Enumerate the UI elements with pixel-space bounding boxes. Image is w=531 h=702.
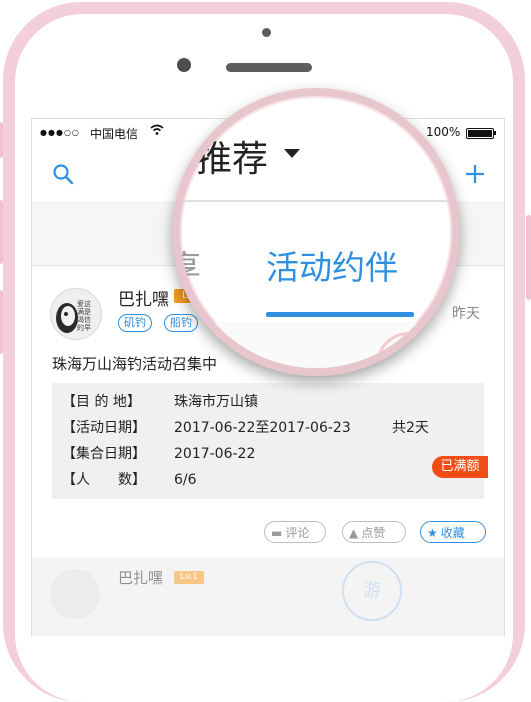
avatar-text-3: 渴信 (77, 315, 91, 324)
next-post-card-faded[interactable]: 巴扎嘿 Lv.1 游 (32, 557, 504, 636)
earpiece-speaker (226, 63, 312, 72)
nav-divider (180, 200, 452, 202)
mute-switch (0, 122, 3, 158)
power-button (526, 215, 531, 300)
comment-icon: ▬ (271, 526, 283, 540)
info-label: 【人 数】 (62, 472, 146, 488)
tag-rock-fishing[interactable]: 矶钓 (118, 314, 152, 332)
plus-icon[interactable] (464, 163, 486, 185)
favorite-label: 收藏 (440, 526, 465, 540)
info-value: 2017-06-22 (174, 446, 256, 462)
info-label: 【活动日期】 (62, 420, 146, 436)
tab-activity-companion[interactable]: 活动约伴 (266, 241, 398, 289)
proximity-sensor (262, 28, 271, 37)
avatar[interactable]: 爱这 满是 渴信 的早 (50, 288, 102, 340)
travel-seal-icon: 游 (342, 561, 402, 621)
next-level-badge: Lv.1 (174, 571, 204, 584)
info-value: 6/6 (174, 472, 197, 488)
info-row-activity-date: 【活动日期】 2017-06-22至2017-06-23 (62, 417, 351, 437)
info-row-meeting-date: 【集合日期】 2017-06-22 (62, 443, 255, 463)
front-camera (177, 58, 191, 72)
volume-up-button (0, 200, 3, 264)
info-row-destination: 【目 的 地】 珠海市万山镇 (62, 391, 258, 411)
avatar-image: 爱这 满是 渴信 的早 (56, 299, 91, 333)
activity-info-box: 【目 的 地】 珠海市万山镇 【活动日期】 2017-06-22至2017-06-2… (52, 383, 484, 499)
battery-tip (494, 131, 496, 135)
info-value: 珠海市万山镇 (174, 394, 258, 410)
status-badge: 已满额 (432, 456, 488, 478)
post-time: 昨天 (452, 306, 480, 322)
nav-title[interactable]: 推荐 (196, 130, 268, 182)
volume-down-button (0, 290, 3, 354)
info-value: 2017-06-22至2017-06-23 (174, 420, 351, 436)
battery-icon (466, 128, 494, 139)
info-label: 【集合日期】 (62, 446, 146, 462)
active-tab-indicator (266, 312, 414, 317)
like-label: 点赞 (361, 526, 386, 540)
magnifier-lens: 推荐 享 活动约伴 (172, 88, 460, 376)
thumbs-up-icon: ▲ (349, 526, 359, 540)
info-label: 【目 的 地】 (62, 394, 141, 410)
next-username: 巴扎嘿 (118, 569, 164, 587)
signal-strength: ●●●○○ (40, 128, 80, 137)
avatar (50, 569, 100, 619)
favorite-button[interactable]: ★ 收藏 (420, 521, 486, 543)
comment-label: 评论 (285, 526, 310, 540)
comment-button[interactable]: ▬ 评论 (264, 521, 326, 543)
search-icon[interactable] (52, 163, 74, 185)
info-row-people: 【人 数】 6/6 (62, 469, 197, 489)
star-icon: ★ (427, 526, 438, 540)
avatar-text-4: 的早 (77, 323, 91, 332)
carrier-name: 中国电信 (90, 127, 139, 141)
wifi-icon (150, 124, 164, 135)
username[interactable]: 巴扎嘿 (118, 285, 169, 310)
like-button[interactable]: ▲ 点赞 (342, 521, 406, 543)
avatar-text-2: 满是 (77, 307, 91, 316)
total-days: 共2天 (392, 420, 429, 436)
avatar-text-1: 爱这 (77, 299, 91, 308)
dropdown-caret-icon[interactable] (284, 149, 300, 158)
battery-percent: 100% (426, 125, 461, 139)
